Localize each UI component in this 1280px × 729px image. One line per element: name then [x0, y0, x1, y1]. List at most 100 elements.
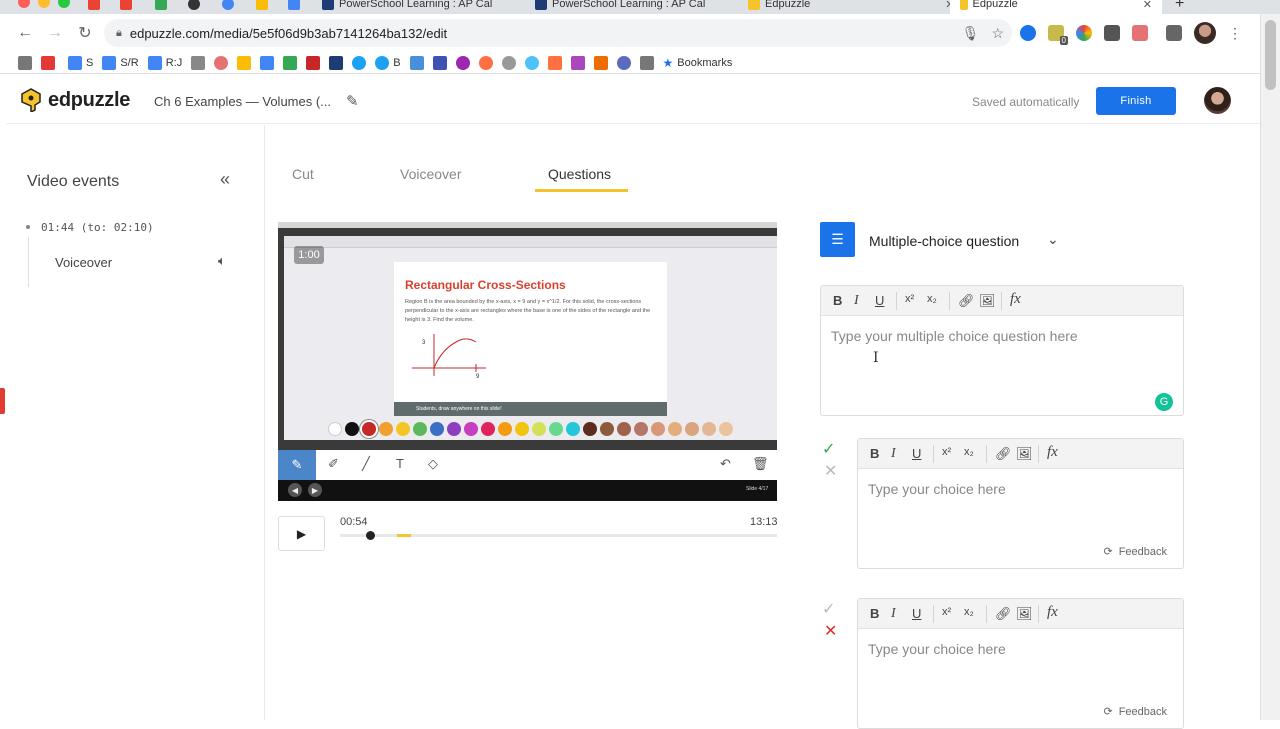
trash-icon[interactable]: 🗑︎ [752, 456, 769, 472]
tab-cut[interactable]: Cut [292, 166, 314, 182]
color-swatch[interactable] [617, 422, 631, 436]
link-icon[interactable]: 🔗︎ [995, 606, 1012, 622]
bookmark-s[interactable]: S [68, 55, 93, 70]
bold-button[interactable]: B [833, 293, 842, 308]
bookmarks-folder[interactable]: ★ Bookmarks [663, 56, 733, 70]
color-swatch[interactable] [345, 422, 359, 436]
underline-button[interactable]: U [912, 606, 921, 621]
color-swatch[interactable] [702, 422, 716, 436]
eraser-tool-icon[interactable]: ◇ [428, 456, 438, 472]
bookmark-misc-17[interactable] [639, 55, 654, 70]
color-swatch[interactable] [600, 422, 614, 436]
bookmark-misc-13[interactable] [547, 55, 562, 70]
bookmark-pdf[interactable] [41, 55, 59, 70]
bookmark-misc-9[interactable] [455, 55, 470, 70]
text-tool-icon[interactable]: T [396, 456, 404, 471]
formula-button[interactable]: fx [1047, 604, 1058, 621]
reload-icon[interactable]: ↻ [74, 23, 96, 43]
underline-button[interactable]: U [912, 446, 921, 461]
scrollbar-thumb[interactable] [1265, 20, 1276, 90]
question-type-label[interactable]: Multiple-choice question [869, 233, 1019, 249]
italic-button[interactable]: I [891, 606, 896, 622]
superscript-button[interactable]: x² [942, 606, 951, 618]
bookmark-rj[interactable]: R:J [147, 55, 182, 70]
bookmark-misc-6[interactable] [329, 55, 344, 70]
color-swatch[interactable] [362, 422, 376, 436]
page-scrollbar[interactable] [1260, 14, 1280, 720]
color-swatch[interactable] [396, 422, 410, 436]
color-swatch[interactable] [583, 422, 597, 436]
address-bar[interactable]: 🔒︎ edpuzzle.com/media/5e5f06d9b3ab714126… [104, 19, 1012, 47]
underline-button[interactable]: U [875, 293, 884, 308]
question-input-placeholder[interactable]: Type your multiple choice question here [831, 328, 1078, 344]
color-swatch[interactable] [549, 422, 563, 436]
image-icon[interactable]: 🖼︎ [1016, 606, 1033, 622]
color-swatch[interactable] [719, 422, 733, 436]
tab-voiceover[interactable]: Voiceover [400, 166, 461, 182]
feedback-button[interactable]: ⟳ Feedback [1103, 545, 1167, 559]
play-button[interactable]: ▶ [278, 516, 325, 551]
next-slide-icon[interactable]: ▶ [308, 483, 322, 497]
collapse-sidebar-icon[interactable]: « [220, 169, 230, 190]
bookmark-misc-15[interactable] [593, 55, 608, 70]
maximize-window-icon[interactable] [58, 0, 70, 8]
formula-button[interactable]: fx [1010, 291, 1021, 308]
bookmark-misc-12[interactable] [524, 55, 539, 70]
feedback-button[interactable]: ⟳ Feedback [1103, 705, 1167, 719]
line-tool-icon[interactable]: ╱ [362, 456, 370, 472]
color-swatch[interactable] [413, 422, 427, 436]
color-swatch[interactable] [685, 422, 699, 436]
grammarly-icon[interactable]: G [1155, 393, 1173, 411]
image-icon[interactable]: 🖼︎ [1016, 446, 1033, 462]
choice-editor-2[interactable]: B I U x² x₂ 🔗︎ 🖼︎ fx Type your choice he… [857, 598, 1184, 729]
tab-edpuzzle-2[interactable]: Edpuzzle ✕ [950, 0, 1162, 14]
color-swatch[interactable] [481, 422, 495, 436]
bookmark-sr[interactable]: S/R [102, 55, 139, 70]
extension-badge-icon[interactable]: 0 [1048, 25, 1068, 45]
marker-tool-icon[interactable]: ✐ [328, 456, 339, 472]
timeline-scrubber[interactable] [365, 531, 375, 540]
bookmark-misc-10[interactable] [478, 55, 493, 70]
event-time[interactable]: 01:44 (to: 02:10) [41, 221, 154, 234]
pinned-tab-github[interactable] [188, 0, 200, 14]
pencil-tool-icon[interactable]: ✎ [278, 450, 316, 480]
bold-button[interactable]: B [870, 606, 879, 621]
event-item-voiceover[interactable]: Voiceover [55, 255, 112, 270]
browser-menu-icon[interactable]: ⋮ [1228, 25, 1242, 42]
bookmark-twitter[interactable] [352, 55, 367, 70]
pinned-tab-drive[interactable] [155, 0, 167, 14]
superscript-button[interactable]: x² [942, 446, 951, 458]
bookmark-misc-5[interactable] [306, 55, 321, 70]
extension-rocket-icon[interactable] [1104, 25, 1120, 41]
bookmark-misc-4[interactable] [283, 55, 298, 70]
star-bookmark-icon[interactable]: ☆ [991, 25, 1004, 42]
link-icon[interactable]: 🔗︎ [995, 446, 1012, 462]
image-icon[interactable]: 🖼︎ [979, 293, 996, 309]
bookmark-misc-7[interactable] [409, 55, 424, 70]
tab-edpuzzle-1[interactable]: Edpuzzle ✕ [748, 0, 954, 14]
close-window-icon[interactable] [18, 0, 30, 8]
close-tab-icon[interactable]: ✕ [1143, 0, 1152, 11]
tab-powerschool-1[interactable]: PowerSchool Learning : AP Cal [322, 0, 492, 14]
speaker-icon[interactable]: 🔈︎ [218, 253, 226, 269]
extension-google-icon[interactable] [1020, 25, 1036, 41]
color-swatch[interactable] [634, 422, 648, 436]
color-swatch[interactable] [464, 422, 478, 436]
link-icon[interactable]: 🔗︎ [958, 293, 975, 309]
color-swatch[interactable] [515, 422, 529, 436]
prev-slide-icon[interactable]: ◀ [288, 483, 302, 497]
bookmark-misc-2[interactable] [237, 55, 252, 70]
question-type-icon[interactable]: ☰ [820, 222, 855, 257]
mark-correct-check-icon[interactable]: ✓ [822, 599, 835, 619]
color-swatch[interactable] [532, 422, 546, 436]
pinned-tab-gmail-2[interactable] [120, 0, 132, 14]
extension-cast-icon[interactable] [1132, 25, 1148, 41]
question-editor[interactable]: B I U x² x₂ 🔗︎ 🖼︎ fx Type your multiple … [820, 285, 1184, 416]
user-avatar[interactable] [1204, 87, 1231, 114]
choice-input-placeholder[interactable]: Type your choice here [868, 641, 1006, 657]
subscript-button[interactable]: x₂ [964, 446, 974, 458]
color-swatch[interactable] [651, 422, 665, 436]
bold-button[interactable]: B [870, 446, 879, 461]
mark-correct-check-icon[interactable]: ✓ [822, 439, 835, 459]
pinned-tab-gmail[interactable] [88, 0, 100, 14]
